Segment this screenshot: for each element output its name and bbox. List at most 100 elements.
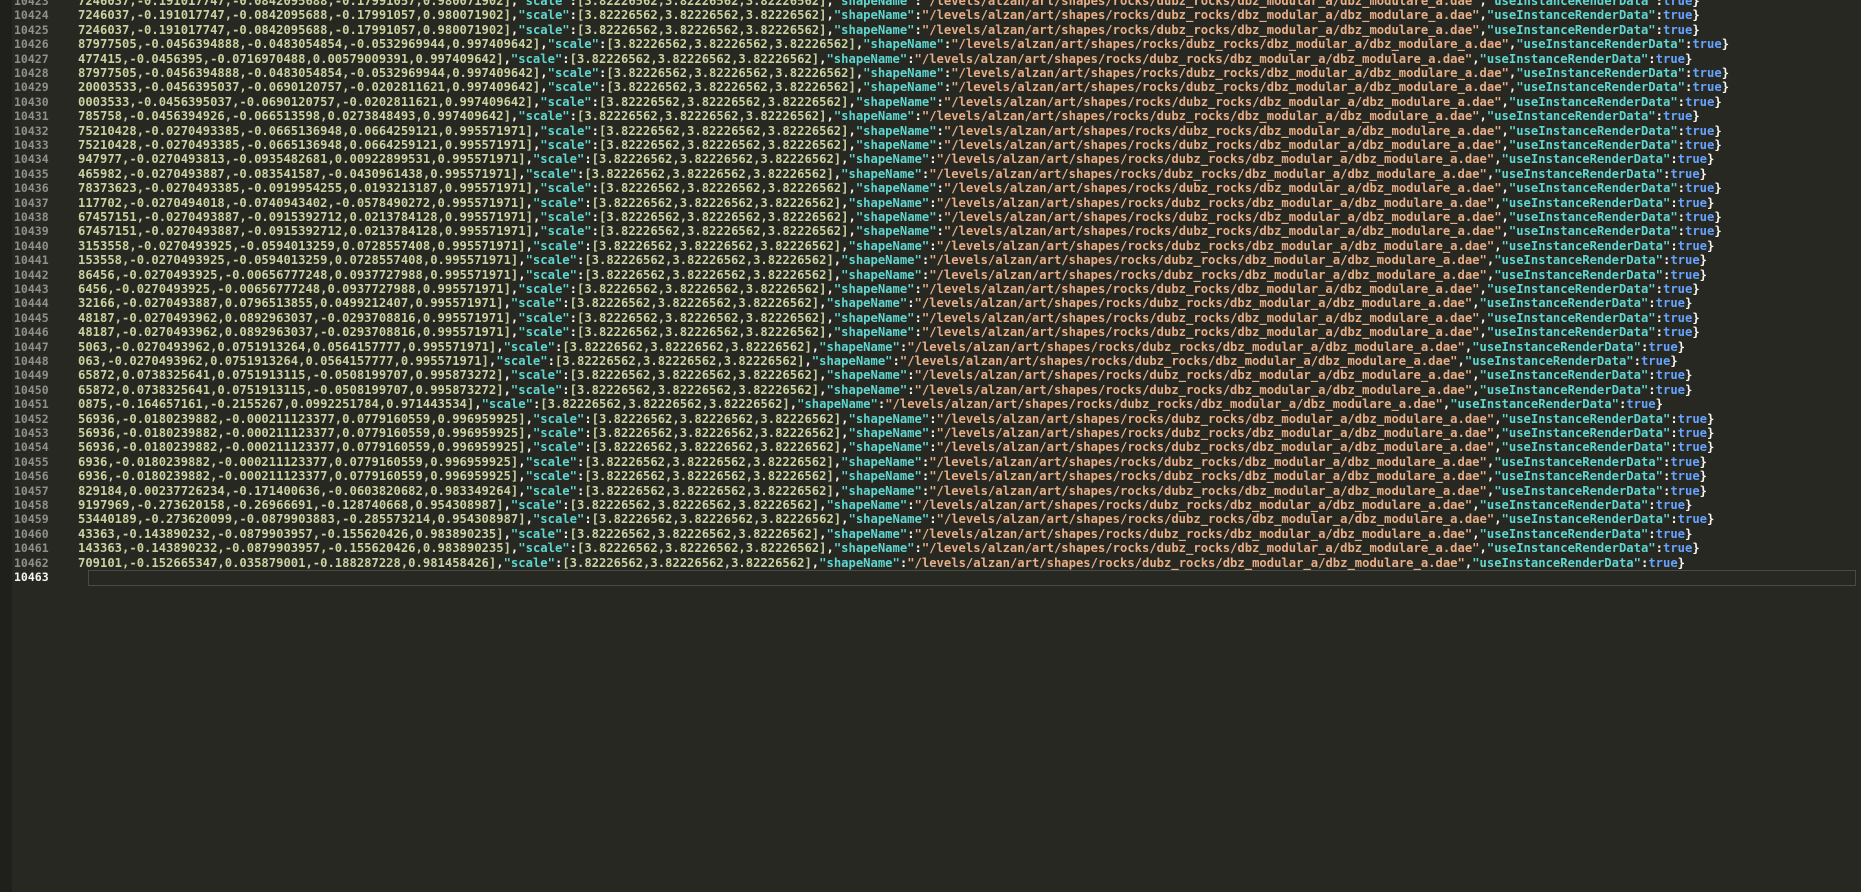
editor-left-strip xyxy=(0,0,12,892)
shape-name-key: "shapeName" xyxy=(848,195,930,210)
render-key: "useInstanceRenderData" xyxy=(1486,282,1656,296)
comma: , xyxy=(1494,426,1502,440)
render-value: true xyxy=(1677,238,1708,253)
colon: : xyxy=(1648,51,1656,66)
comma: , xyxy=(1472,51,1480,66)
shape-path: "/levels/alzan/art/shapes/rocks/dubz_roc… xyxy=(929,253,1487,268)
shape-path: "/levels/alzan/art/shapes/rocks/dubz_roc… xyxy=(943,224,1502,239)
colon: : xyxy=(1655,325,1663,340)
closing-brace: } xyxy=(1721,37,1730,52)
comma: , xyxy=(1494,195,1502,210)
comma: , xyxy=(1494,152,1502,167)
shape-path: "/levels/alzan/art/shapes/rocks/dubz_roc… xyxy=(921,8,1480,23)
shape-name-key: "shapeName" xyxy=(833,541,915,556)
comma: , xyxy=(804,354,812,368)
colon: : xyxy=(1670,238,1678,253)
colon: : xyxy=(547,354,555,368)
scale-key: "scale" xyxy=(540,123,592,138)
colon: : xyxy=(1670,426,1678,440)
colon: : xyxy=(569,109,577,124)
closing-brace: } xyxy=(1692,541,1700,556)
scale-value: [3.82226562,3.82226562,3.82226562] xyxy=(591,238,842,253)
colon: : xyxy=(1670,411,1678,426)
closing-brace: } xyxy=(1685,296,1693,311)
transform-values: 709101,-0.152665347,0.035879001,-0.18828… xyxy=(78,555,497,570)
colon: : xyxy=(936,123,944,138)
closing-brace: } xyxy=(1699,469,1708,484)
comma: , xyxy=(826,8,834,23)
comma: , xyxy=(848,94,856,109)
comma: , xyxy=(1494,238,1502,253)
closing-brace: } xyxy=(1707,440,1715,455)
scale-key: "scale" xyxy=(532,440,585,455)
colon: : xyxy=(936,138,944,152)
closing-brace: } xyxy=(1692,109,1700,124)
comma: , xyxy=(518,267,526,282)
scale-key: "scale" xyxy=(547,66,599,80)
comma: , xyxy=(848,138,856,152)
shape-name-key: "shapeName" xyxy=(826,296,908,311)
scale-key: "scale" xyxy=(532,152,585,167)
shape-name-key: "shapeName" xyxy=(833,282,915,296)
render-key: "useInstanceRenderData" xyxy=(1516,37,1685,52)
current-line-highlight xyxy=(88,570,1856,586)
closing-brace: } xyxy=(1707,426,1715,440)
comma: , xyxy=(525,238,533,253)
transform-values: 0875,-0.164657161,-0.2155267,0.099225178… xyxy=(78,397,475,412)
colon: : xyxy=(1655,109,1663,124)
comma: , xyxy=(1479,325,1487,340)
closing-brace: } xyxy=(1707,411,1715,426)
render-value: true xyxy=(1662,325,1693,340)
shape-path: "/levels/alzan/art/shapes/rocks/dubz_roc… xyxy=(914,526,1473,541)
comma: , xyxy=(1472,526,1480,541)
render-key: "useInstanceRenderData" xyxy=(1501,152,1671,167)
comma: , xyxy=(848,123,856,138)
render-value: true xyxy=(1662,541,1693,556)
scale-value: [3.82226562,3.82226562,3.82226562] xyxy=(584,253,834,268)
scale-value: [3.82226562,3.82226562,3.82226562] xyxy=(576,8,827,23)
shape-name-key: "shapeName" xyxy=(841,454,922,469)
comma: , xyxy=(503,296,511,311)
shape-name-key: "shapeName" xyxy=(848,238,930,253)
scale-key: "scale" xyxy=(547,37,599,52)
scale-value: [3.82226562,3.82226562,3.82226562] xyxy=(576,22,827,37)
transform-values: 65872,0.0738325641,0.0751913115,-0.05081… xyxy=(78,382,504,397)
closing-brace: } xyxy=(1699,454,1708,469)
comma: , xyxy=(1479,282,1487,296)
closing-brace: } xyxy=(1699,166,1708,181)
colon: : xyxy=(569,310,577,325)
render-value: true xyxy=(1670,267,1700,282)
scale-key: "scale" xyxy=(518,325,570,340)
comma: , xyxy=(826,282,834,296)
shape-name-key: "shapeName" xyxy=(833,8,915,23)
shape-path: "/levels/alzan/art/shapes/rocks/dubz_roc… xyxy=(936,238,1495,253)
code-editor[interactable]: 10423 10424 10425 10426 10427 10428 10429 10430… xyxy=(0,0,1861,892)
colon: : xyxy=(569,325,577,340)
comma: , xyxy=(1479,541,1487,556)
closing-brace: } xyxy=(1714,181,1722,196)
scale-value: [3.82226562,3.82226562,3.82226562] xyxy=(599,138,849,152)
shape-path: "/levels/alzan/art/shapes/rocks/dubz_roc… xyxy=(936,195,1495,210)
closing-brace: } xyxy=(1685,51,1693,66)
shape-name-key: "shapeName" xyxy=(855,123,937,138)
scale-value: [3.82226562,3.82226562,3.82226562] xyxy=(576,310,827,325)
render-value: true xyxy=(1655,382,1685,397)
scale-value: [3.82226562,3.82226562,3.82226562] xyxy=(584,166,834,181)
comma: , xyxy=(826,325,834,340)
shape-path: "/levels/alzan/art/shapes/rocks/dubz_roc… xyxy=(914,498,1473,512)
code-area[interactable]: 7246037,-0.191017747,-0.0842095688,-0.17… xyxy=(78,0,1861,892)
render-key: "useInstanceRenderData" xyxy=(1501,238,1671,253)
comma: , xyxy=(503,368,511,383)
comma: , xyxy=(826,22,834,37)
transform-values: 6456,-0.0270493925,-0.00656777248,0.0937… xyxy=(78,282,511,296)
scale-value: [3.82226562,3.82226562,3.82226562] xyxy=(576,541,827,556)
shape-name-key: "shapeName" xyxy=(855,138,937,152)
shape-name-key: "shapeName" xyxy=(833,22,915,37)
render-key: "useInstanceRenderData" xyxy=(1486,541,1656,556)
colon: : xyxy=(929,195,937,210)
scale-key: "scale" xyxy=(518,22,570,37)
colon: : xyxy=(591,94,599,109)
render-key: "useInstanceRenderData" xyxy=(1479,498,1649,512)
shape-name-key: "shapeName" xyxy=(848,411,930,426)
shape-path: "/levels/alzan/art/shapes/rocks/dubz_roc… xyxy=(914,51,1473,66)
